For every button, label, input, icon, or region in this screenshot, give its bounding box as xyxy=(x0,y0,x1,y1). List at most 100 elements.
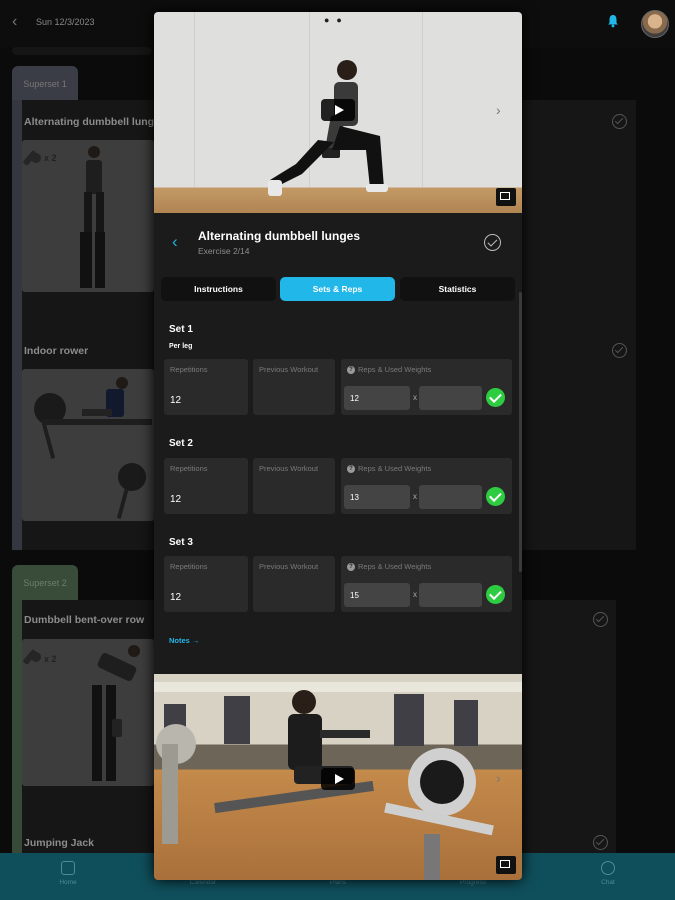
next-video-icon[interactable]: › xyxy=(496,770,501,786)
times-separator: x xyxy=(413,393,417,402)
complete-check-icon[interactable] xyxy=(612,343,627,358)
rower-figure-image xyxy=(22,369,154,521)
wall-seam xyxy=(422,12,423,187)
exercise-header: ‹ Alternating dumbbell lunges Exercise 2… xyxy=(154,213,522,273)
reps-weights-field: ? Reps & Used Weights 13 x xyxy=(341,458,512,514)
next-video-icon[interactable]: › xyxy=(496,102,501,118)
tab-statistics[interactable]: Statistics xyxy=(400,277,515,301)
play-button[interactable] xyxy=(321,768,355,790)
play-button[interactable] xyxy=(321,99,355,121)
complete-check-icon[interactable] xyxy=(593,835,608,850)
tab-instructions[interactable]: Instructions xyxy=(161,277,276,301)
exercise-counter: Exercise 2/14 xyxy=(198,246,250,256)
exercise-thumbnail[interactable] xyxy=(22,140,154,292)
used-weight-input[interactable] xyxy=(419,583,482,607)
nav-label: Plans xyxy=(329,879,347,886)
field-label: Repetitions xyxy=(170,365,208,374)
next-exercise-video-player[interactable]: › xyxy=(154,674,522,880)
exercise-title[interactable]: Indoor rower xyxy=(24,345,88,357)
scrollbar[interactable] xyxy=(519,292,522,572)
lunges-figure-image xyxy=(22,140,154,292)
nav-chat[interactable]: Chat xyxy=(573,853,643,900)
field-label: Repetitions xyxy=(170,464,208,473)
avatar[interactable] xyxy=(641,10,669,38)
multiplier-badge: x 2 xyxy=(44,654,57,664)
field-label: Previous Workout xyxy=(259,562,319,571)
back-arrow-icon[interactable]: ‹ xyxy=(172,232,178,252)
wall-seam xyxy=(194,12,195,187)
lunge-athlete-image xyxy=(268,60,388,196)
set-title: Set 3 xyxy=(169,537,193,548)
multiplier-badge: x 2 xyxy=(44,153,57,163)
complete-exercise-check-icon[interactable] xyxy=(484,234,501,251)
used-reps-value: 15 xyxy=(350,591,359,600)
repetitions-value: 12 xyxy=(170,592,182,603)
repetitions-value: 12 xyxy=(170,395,182,406)
field-label: ? Reps & Used Weights xyxy=(347,365,432,375)
used-reps-input[interactable]: 13 xyxy=(344,485,410,509)
superset-1-bar xyxy=(12,100,22,550)
label-text: Reps & Used Weights xyxy=(358,464,432,473)
label-text: Reps & Used Weights xyxy=(358,365,432,374)
camera-dots: ●● xyxy=(324,15,349,25)
repetitions-value: 12 xyxy=(170,494,182,505)
exercise-title[interactable]: Alternating dumbbell lunges xyxy=(24,116,166,128)
previous-workout-field: Previous Workout xyxy=(253,359,335,415)
chat-icon xyxy=(601,861,615,875)
nav-label: Home xyxy=(59,879,77,886)
date-label: Sun 12/3/2023 xyxy=(36,17,95,27)
field-label: ? Reps & Used Weights xyxy=(347,562,432,572)
set-complete-check-icon[interactable] xyxy=(486,585,505,604)
times-separator: x xyxy=(413,590,417,599)
nav-label: Progress xyxy=(459,879,486,886)
home-icon xyxy=(61,861,75,875)
tab-sets-reps[interactable]: Sets & Reps xyxy=(280,277,395,301)
used-reps-input[interactable]: 15 xyxy=(344,583,410,607)
repetitions-field: Repetitions 12 xyxy=(164,556,248,612)
previous-workout-field: Previous Workout xyxy=(253,458,335,514)
exercise-video-player[interactable]: ●● › xyxy=(154,12,522,213)
help-icon[interactable]: ? xyxy=(347,465,355,474)
exercise-title[interactable]: Dumbbell bent-over row xyxy=(24,614,144,626)
set-complete-check-icon[interactable] xyxy=(486,388,505,407)
superset-2-tab[interactable]: Superset 2 xyxy=(12,565,78,601)
exercise-title: Alternating dumbbell lunges xyxy=(198,229,361,243)
exercise-thumbnail[interactable] xyxy=(22,639,154,786)
notification-bell-icon[interactable] xyxy=(606,14,620,28)
reps-weights-field: ? Reps & Used Weights 15 x xyxy=(341,556,512,612)
set-title: Set 1 xyxy=(169,324,193,335)
field-label: Repetitions xyxy=(170,562,208,571)
superset-2-bar xyxy=(12,600,22,860)
used-reps-input[interactable]: 12 xyxy=(344,386,410,410)
row-figure-image xyxy=(22,639,154,786)
picture-in-picture-icon[interactable] xyxy=(496,856,516,874)
label-text: Reps & Used Weights xyxy=(358,562,432,571)
back-icon[interactable]: ‹ xyxy=(12,13,17,31)
set-complete-check-icon[interactable] xyxy=(486,487,505,506)
complete-check-icon[interactable] xyxy=(593,612,608,627)
set-title: Set 2 xyxy=(169,438,193,449)
complete-check-icon[interactable] xyxy=(612,114,627,129)
used-reps-value: 13 xyxy=(350,493,359,502)
nav-label: Calendar xyxy=(189,879,217,886)
exercise-title[interactable]: Jumping Jack xyxy=(24,837,94,849)
picture-in-picture-icon[interactable] xyxy=(496,188,516,206)
help-icon[interactable]: ? xyxy=(347,563,355,572)
used-weight-input[interactable] xyxy=(419,485,482,509)
field-label: Previous Workout xyxy=(259,464,319,473)
nav-home[interactable]: Home xyxy=(33,853,103,900)
help-icon[interactable]: ? xyxy=(347,366,355,375)
repetitions-field: Repetitions 12 xyxy=(164,458,248,514)
times-separator: x xyxy=(413,492,417,501)
superset-1-tab[interactable]: Superset 1 xyxy=(12,66,78,102)
used-weight-input[interactable] xyxy=(419,386,482,410)
field-label: Previous Workout xyxy=(259,365,319,374)
reps-weights-field: ? Reps & Used Weights 12 x xyxy=(341,359,512,415)
exercise-thumbnail[interactable] xyxy=(22,369,154,521)
nav-label: Chat xyxy=(601,879,615,886)
per-leg-note: Per leg xyxy=(169,343,193,350)
header-divider xyxy=(12,47,152,55)
used-reps-value: 12 xyxy=(350,394,359,403)
previous-workout-field: Previous Workout xyxy=(253,556,335,612)
notes-link[interactable]: Notes → xyxy=(169,636,199,645)
